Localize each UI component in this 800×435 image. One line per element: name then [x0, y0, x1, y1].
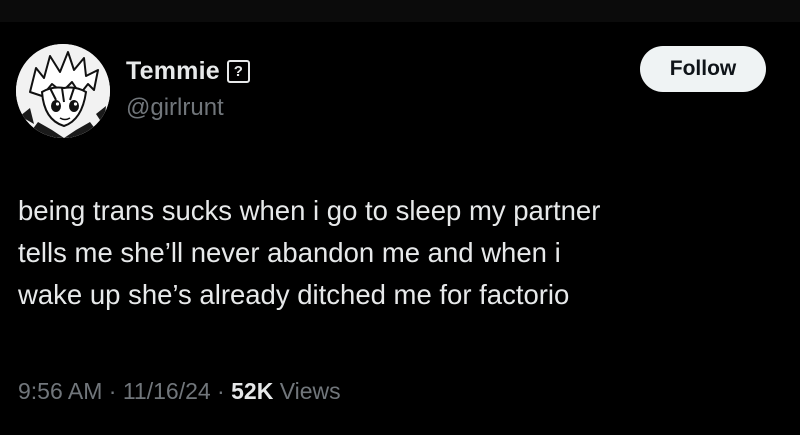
- meta-separator: ·: [102, 378, 123, 404]
- views-label: Views: [273, 378, 341, 404]
- tweet-time[interactable]: 9:56 AM: [18, 378, 102, 404]
- tweet-text-line: being trans sucks when i go to sleep my …: [18, 195, 601, 226]
- question-mark-box-icon: ?: [226, 59, 250, 83]
- tweet-date[interactable]: 11/16/24: [123, 378, 211, 404]
- tweet-text-line: tells me she’ll never abandon me and whe…: [18, 237, 561, 268]
- meta-separator: ·: [210, 378, 232, 404]
- user-handle[interactable]: @girlrunt: [126, 94, 224, 122]
- tweet-text: being trans sucks when i go to sleep my …: [18, 190, 788, 316]
- tweet-card: Temmie ? @girlrunt Follow being trans su…: [0, 0, 800, 435]
- tweet-meta: 9:56 AM · 11/16/24 · 52K Views: [18, 378, 341, 405]
- follow-button[interactable]: Follow: [640, 46, 766, 92]
- avatar[interactable]: [16, 44, 110, 138]
- user-name-row: Temmie ?: [126, 56, 250, 86]
- views-count: 52K: [231, 378, 274, 404]
- anime-character-avatar-icon: [16, 44, 110, 138]
- tweet-text-line: wake up she’s already ditched me for fac…: [18, 279, 570, 310]
- display-name[interactable]: Temmie: [126, 57, 220, 86]
